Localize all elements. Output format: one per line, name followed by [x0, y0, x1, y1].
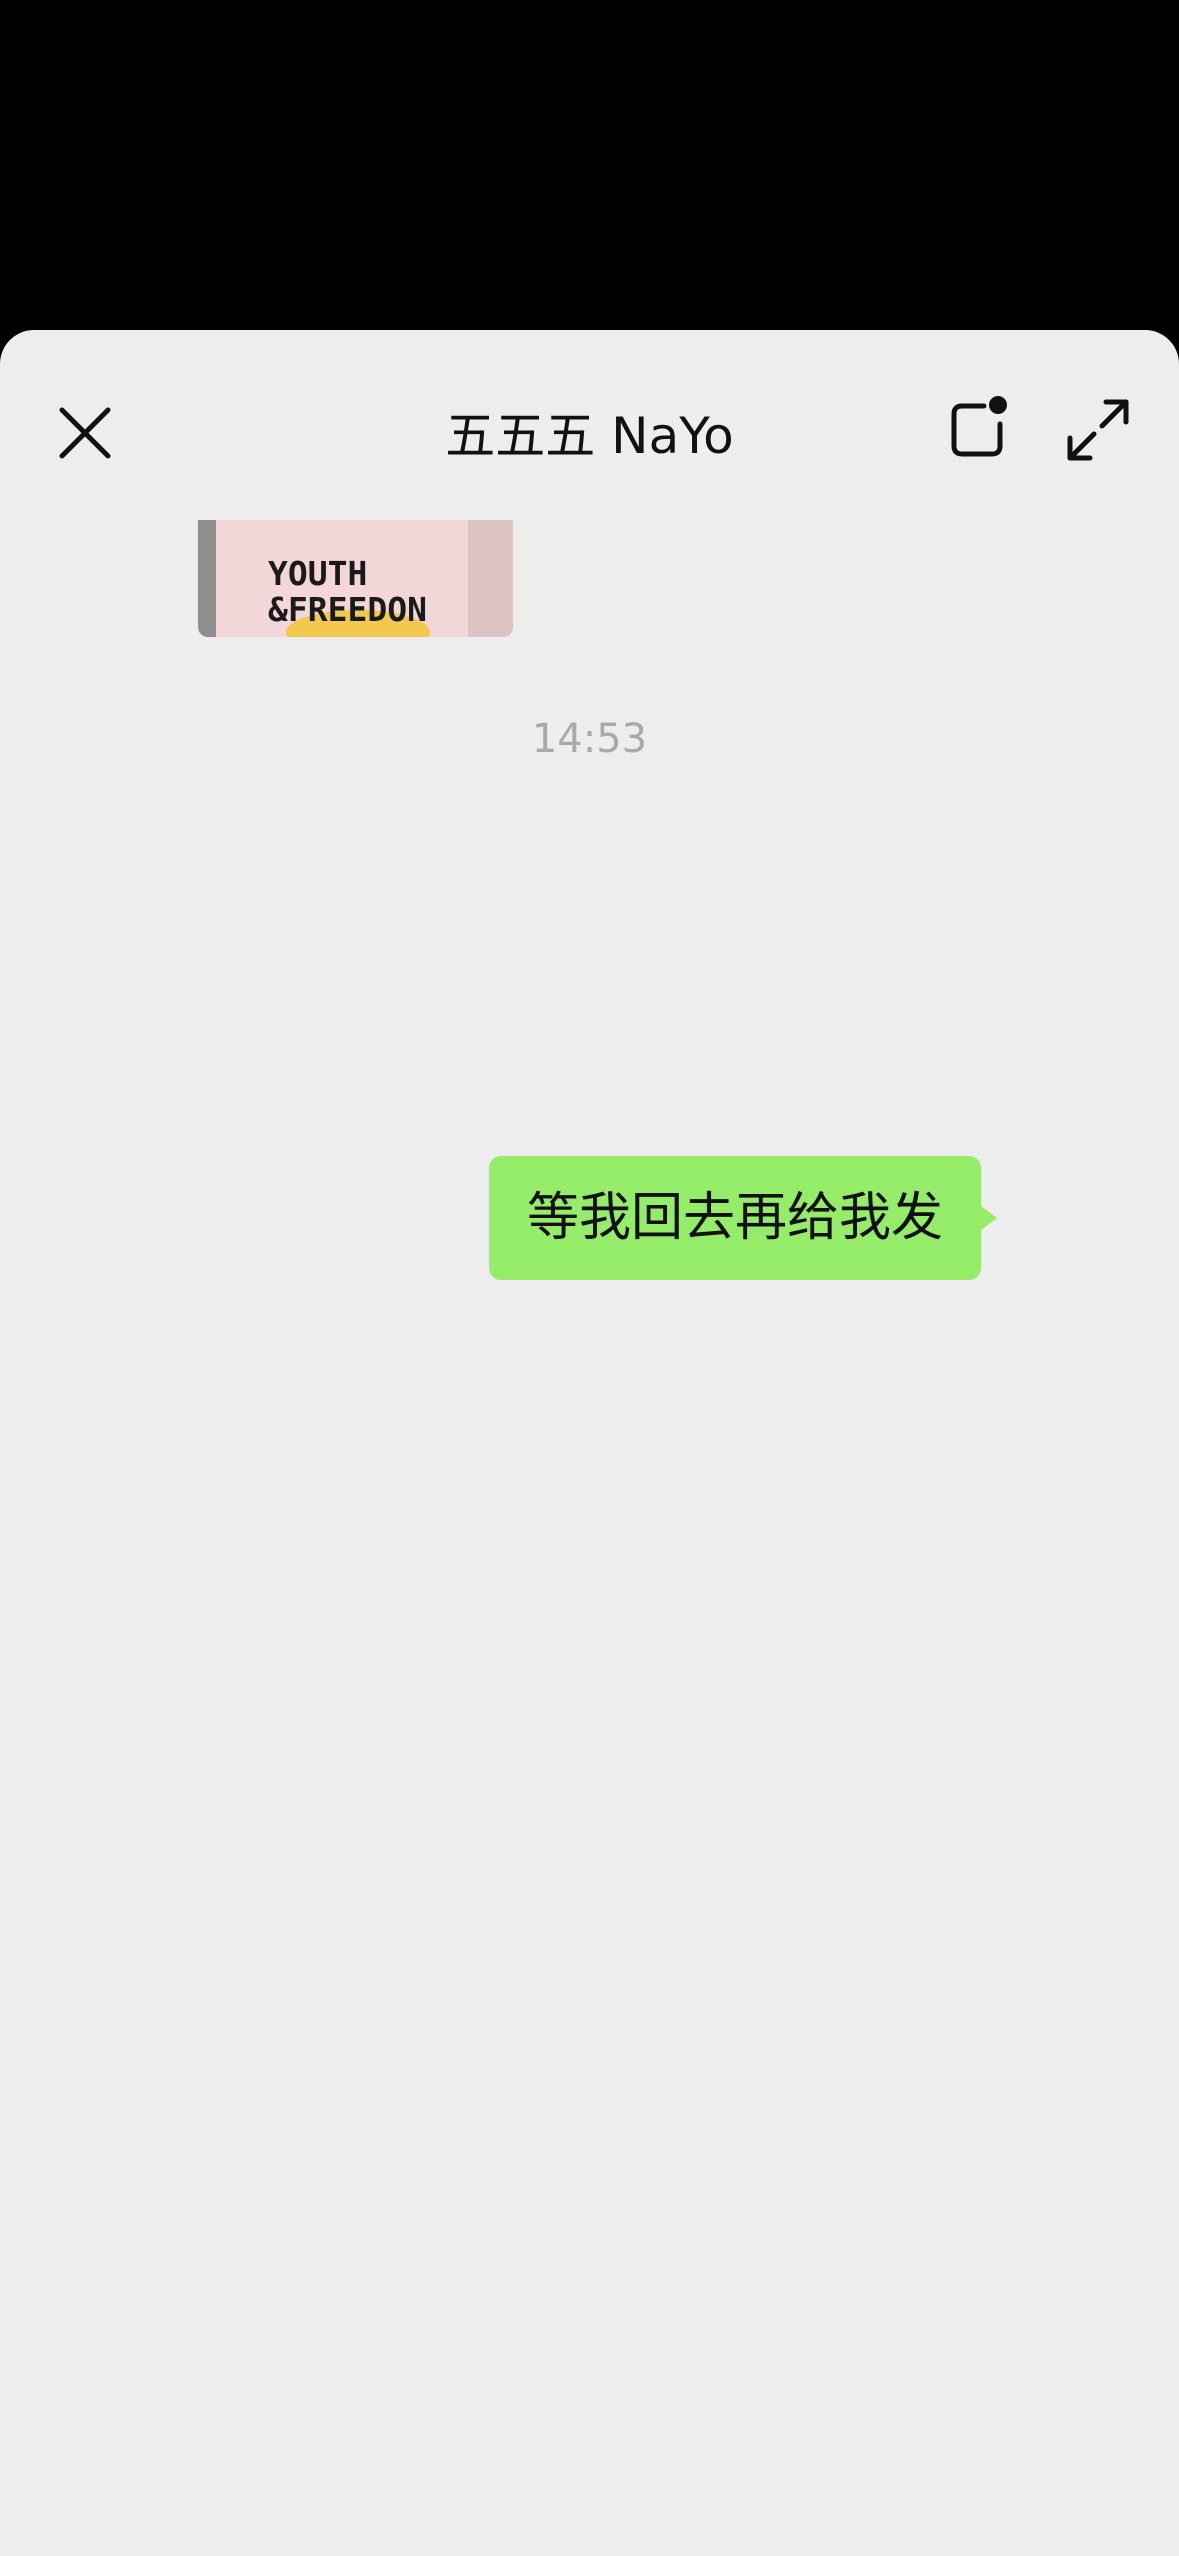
nav-bar: 五五五 NaYo	[0, 330, 1179, 520]
expand-button[interactable]	[1062, 394, 1134, 466]
shirt-text-line2: &FREEDON	[268, 590, 427, 629]
shirt-text-line1: YOUTH	[268, 554, 368, 593]
image-message-partial[interactable]: YOUTH &FREEDON	[198, 520, 513, 637]
message-text: 等我回去再给我发	[526, 1188, 943, 1248]
floating-window-button[interactable]	[944, 394, 1010, 460]
timestamp: 14:53	[531, 716, 648, 762]
chat-window: 五五五 NaYo YOUTH &FREEDON 14:53 等我回去再给我发	[0, 330, 1179, 2556]
floating-window-icon	[951, 396, 1007, 457]
expand-icon	[1067, 399, 1129, 461]
sent-message[interactable]: 等我回去再给我发	[488, 1156, 998, 1280]
message-list[interactable]: YOUTH &FREEDON 14:53 等我回去再给我发	[0, 520, 1179, 2278]
